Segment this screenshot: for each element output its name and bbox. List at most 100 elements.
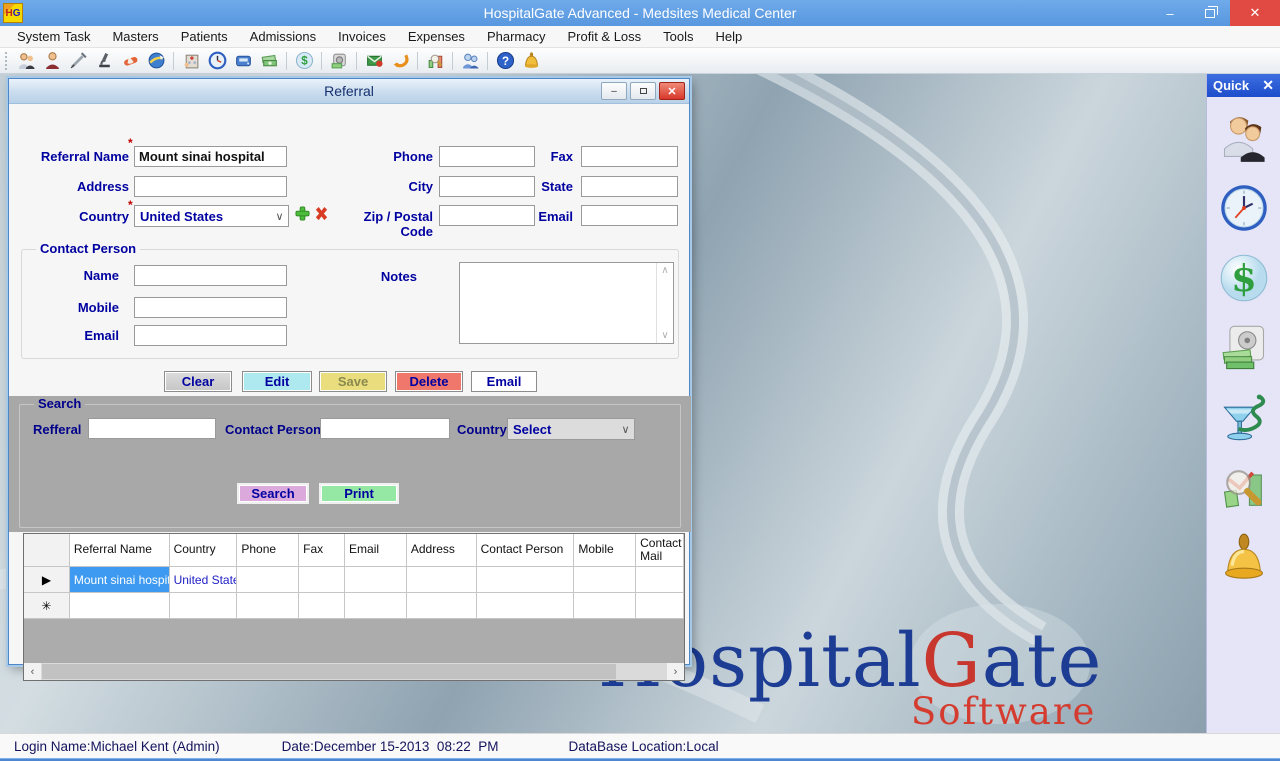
- menu-item-pharmacy[interactable]: Pharmacy: [476, 27, 557, 46]
- grid-cell[interactable]: [70, 593, 170, 619]
- quick-staff-icon[interactable]: [1217, 111, 1271, 165]
- fax-icon[interactable]: [232, 50, 254, 72]
- scroll-down-icon[interactable]: ∨: [661, 330, 668, 341]
- scroll-thumb[interactable]: [42, 664, 616, 679]
- scroll-right-icon[interactable]: ›: [667, 663, 684, 680]
- scroll-up-icon[interactable]: ∧: [661, 265, 668, 276]
- grid-cell[interactable]: [574, 567, 636, 593]
- state-input[interactable]: [581, 176, 678, 197]
- grid-cell[interactable]: [237, 567, 299, 593]
- bell-icon[interactable]: [520, 50, 542, 72]
- users-icon[interactable]: [459, 50, 481, 72]
- minimize-button[interactable]: –: [1150, 0, 1190, 26]
- save-button[interactable]: Save: [319, 371, 387, 392]
- grid-cell[interactable]: [345, 593, 407, 619]
- contact-name-input[interactable]: [134, 265, 287, 286]
- quick-clock-icon[interactable]: [1217, 181, 1271, 235]
- grid-column-header-referral-name[interactable]: Referral Name: [70, 534, 170, 567]
- grid-column-header-address[interactable]: Address: [407, 534, 477, 567]
- grid-cell[interactable]: [407, 593, 477, 619]
- clear-button[interactable]: Clear: [164, 371, 232, 392]
- injection-icon[interactable]: [67, 50, 89, 72]
- grid-cell[interactable]: [477, 567, 575, 593]
- patients-icon[interactable]: [15, 50, 37, 72]
- mail-icon[interactable]: [363, 50, 385, 72]
- grid-column-header-fax[interactable]: Fax: [299, 534, 345, 567]
- edit-button[interactable]: Edit: [242, 371, 312, 392]
- address-input[interactable]: [134, 176, 287, 197]
- search-contact-person-input[interactable]: [320, 418, 450, 439]
- search-button[interactable]: Search: [237, 483, 309, 504]
- referral-dialog-titlebar[interactable]: Referral – ✕: [9, 79, 689, 104]
- fax-input[interactable]: [581, 146, 678, 167]
- quick-billing-icon[interactable]: $: [1217, 251, 1271, 305]
- menu-item-invoices[interactable]: Invoices: [327, 27, 397, 46]
- grid-column-header-phone[interactable]: Phone: [237, 534, 299, 567]
- grid-column-header-country[interactable]: Country: [170, 534, 238, 567]
- close-button[interactable]: ✕: [1230, 0, 1280, 26]
- add-country-icon[interactable]: [295, 206, 310, 221]
- email-button[interactable]: Email: [471, 371, 537, 392]
- grid-cell[interactable]: United States: [170, 567, 238, 593]
- menu-item-system-task[interactable]: System Task: [6, 27, 101, 46]
- grid-cell[interactable]: Mount sinai hospital: [70, 567, 170, 593]
- notes-scrollbar[interactable]: ∧∨: [656, 263, 673, 343]
- grid-column-header-email[interactable]: Email: [345, 534, 407, 567]
- grid-column-header-contact-person[interactable]: Contact Person: [477, 534, 575, 567]
- grid-cell[interactable]: [345, 567, 407, 593]
- grid-cell[interactable]: [477, 593, 575, 619]
- grid-cell[interactable]: [299, 593, 345, 619]
- country-select[interactable]: United States∨: [134, 205, 289, 227]
- grid-column-header-contact-mail[interactable]: Contact Mail: [636, 534, 684, 567]
- menu-item-profit-loss[interactable]: Profit & Loss: [556, 27, 652, 46]
- scroll-left-icon[interactable]: ‹: [24, 663, 41, 680]
- grid-cell[interactable]: [636, 567, 684, 593]
- quick-panel-close-icon[interactable]: ✕: [1262, 77, 1274, 94]
- chart-icon[interactable]: [424, 50, 446, 72]
- menu-item-help[interactable]: Help: [705, 27, 754, 46]
- hospital-icon[interactable]: [180, 50, 202, 72]
- menu-item-tools[interactable]: Tools: [652, 27, 704, 46]
- cash-icon[interactable]: [258, 50, 280, 72]
- restore-icon[interactable]: [389, 50, 411, 72]
- delete-country-icon[interactable]: [314, 206, 329, 221]
- safe-icon[interactable]: [328, 50, 350, 72]
- menu-item-patients[interactable]: Patients: [170, 27, 239, 46]
- delete-button[interactable]: Delete: [395, 371, 463, 392]
- grid-cell[interactable]: [237, 593, 299, 619]
- menu-item-admissions[interactable]: Admissions: [239, 27, 327, 46]
- restore-button[interactable]: [1190, 0, 1230, 26]
- notes-textarea[interactable]: ∧∨: [459, 262, 674, 344]
- help-icon[interactable]: ?: [494, 50, 516, 72]
- quick-alerts-icon[interactable]: [1217, 531, 1271, 585]
- search-country-select[interactable]: Select∨: [507, 418, 635, 440]
- grid-horizontal-scrollbar[interactable]: ‹ ›: [24, 663, 684, 680]
- grid-cell[interactable]: [299, 567, 345, 593]
- quick-reports-icon[interactable]: [1217, 461, 1271, 515]
- menu-item-expenses[interactable]: Expenses: [397, 27, 476, 46]
- dialog-minimize-button[interactable]: –: [601, 82, 627, 100]
- microscope-icon[interactable]: [93, 50, 115, 72]
- quick-pharmacy-icon[interactable]: [1217, 391, 1271, 445]
- contact-mobile-input[interactable]: [134, 297, 287, 318]
- grid-column-header-mobile[interactable]: Mobile: [574, 534, 636, 567]
- grid-cell[interactable]: [407, 567, 477, 593]
- patient-icon[interactable]: [41, 50, 63, 72]
- table-row[interactable]: ▶Mount sinai hospitalUnited States: [24, 567, 684, 593]
- grid-cell[interactable]: [636, 593, 684, 619]
- quick-cashbox-icon[interactable]: [1217, 321, 1271, 375]
- search-refferal-input[interactable]: [88, 418, 216, 439]
- email-input[interactable]: [581, 205, 678, 226]
- dialog-restore-button[interactable]: [630, 82, 656, 100]
- table-row[interactable]: ✳: [24, 593, 684, 619]
- grid-cell[interactable]: [170, 593, 238, 619]
- clock-icon[interactable]: [206, 50, 228, 72]
- grid-cell[interactable]: [574, 593, 636, 619]
- print-button[interactable]: Print: [319, 483, 399, 504]
- dialog-close-button[interactable]: ✕: [659, 82, 685, 100]
- contact-email-input[interactable]: [134, 325, 287, 346]
- dollar-icon[interactable]: $: [293, 50, 315, 72]
- menu-item-masters[interactable]: Masters: [101, 27, 169, 46]
- medicine-icon[interactable]: [119, 50, 141, 72]
- travel-icon[interactable]: [145, 50, 167, 72]
